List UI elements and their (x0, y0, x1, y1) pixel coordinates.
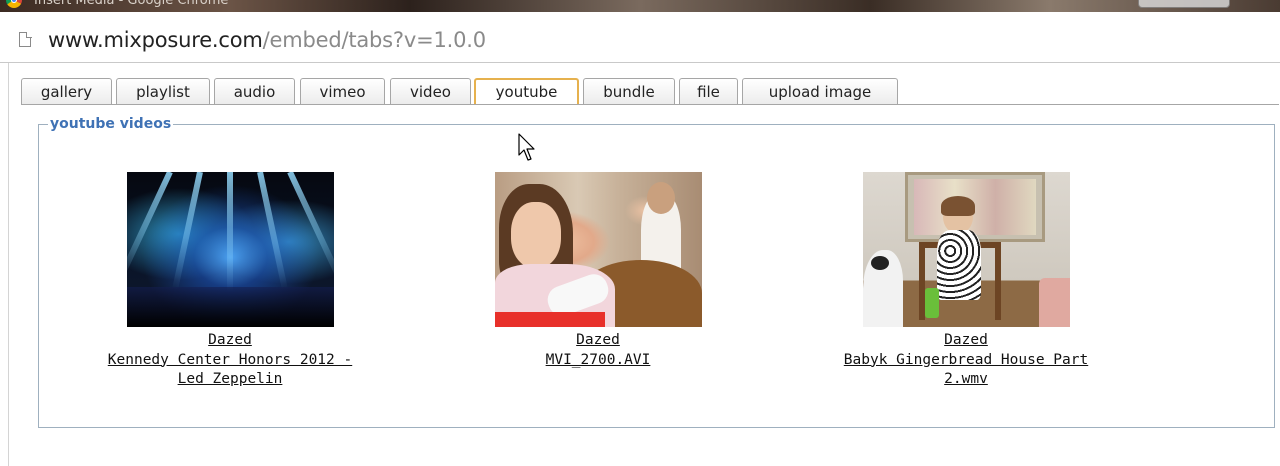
tab-file[interactable]: file (679, 78, 738, 104)
url-text[interactable]: www.mixposure.com/embed/tabs?v=1.0.0 (48, 28, 486, 52)
tab-youtube[interactable]: youtube (474, 78, 579, 105)
red-cloth (494, 312, 605, 327)
background-child-head (646, 182, 675, 214)
video-title[interactable]: MVI_2700.AVI (448, 351, 748, 371)
video-artist[interactable]: Dazed (448, 331, 748, 351)
address-bar[interactable]: www.mixposure.com/embed/tabs?v=1.0.0 (0, 12, 1280, 63)
child-hair (940, 196, 975, 216)
concert-stage-image[interactable] (126, 172, 334, 327)
video-title-continued[interactable]: 2.wmv (816, 370, 1116, 390)
tab-video[interactable]: video (390, 78, 471, 104)
tab-bundle[interactable]: bundle (583, 78, 675, 104)
video-item[interactable]: Dazed Kennedy Center Honors 2012 - Led Z… (80, 172, 380, 390)
bag (1038, 278, 1070, 327)
url-host: www.mixposure.com (48, 28, 263, 52)
window-title: Insert Media - Google Chrome (34, 0, 229, 8)
tab-divider (21, 104, 1279, 105)
dog-spot (870, 256, 889, 270)
mouse-pointer-icon (518, 133, 535, 161)
tab-vimeo[interactable]: vimeo (300, 78, 385, 104)
browser-title-bar: Insert Media - Google Chrome (0, 0, 1280, 12)
stage-floor (126, 287, 334, 327)
light-beam (226, 172, 233, 292)
child-in-chair-image[interactable] (862, 172, 1070, 327)
window-controls[interactable] (1138, 0, 1230, 8)
url-path: /embed/tabs?v=1.0.0 (262, 28, 486, 52)
page-content: gallery playlist audio vimeo video youtu… (8, 63, 1280, 466)
video-item[interactable]: Dazed MVI_2700.AVI (448, 172, 748, 370)
video-caption-link[interactable]: Dazed Babyk Gingerbread House Part 2.wmv (816, 331, 1116, 390)
video-caption-link[interactable]: Dazed MVI_2700.AVI (448, 331, 748, 370)
page-icon (19, 31, 32, 47)
tab-upload-image[interactable]: upload image (742, 78, 898, 104)
video-artist[interactable]: Dazed (816, 331, 1116, 351)
child-face (510, 202, 561, 268)
video-item[interactable]: Dazed Babyk Gingerbread House Part 2.wmv (816, 172, 1116, 390)
youtube-videos-panel: youtube videos Dazed Kennedy Center Hono… (38, 116, 1275, 428)
video-artist[interactable]: Dazed (80, 331, 380, 351)
child-with-cast-image[interactable] (494, 172, 702, 327)
video-title-continued[interactable]: Led Zeppelin (80, 370, 380, 390)
video-title[interactable]: Babyk Gingerbread House Part (816, 351, 1116, 371)
tab-audio[interactable]: audio (214, 78, 295, 104)
chrome-logo-icon (6, 0, 22, 8)
tab-gallery[interactable]: gallery (21, 78, 112, 104)
panel-legend: youtube videos (48, 116, 174, 132)
tab-playlist[interactable]: playlist (116, 78, 210, 104)
wall-picture (904, 172, 1045, 242)
video-caption-link[interactable]: Dazed Kennedy Center Honors 2012 - Led Z… (80, 331, 380, 390)
video-title[interactable]: Kennedy Center Honors 2012 - (80, 351, 380, 371)
sippy-cup (924, 288, 939, 318)
child-body (936, 230, 981, 300)
